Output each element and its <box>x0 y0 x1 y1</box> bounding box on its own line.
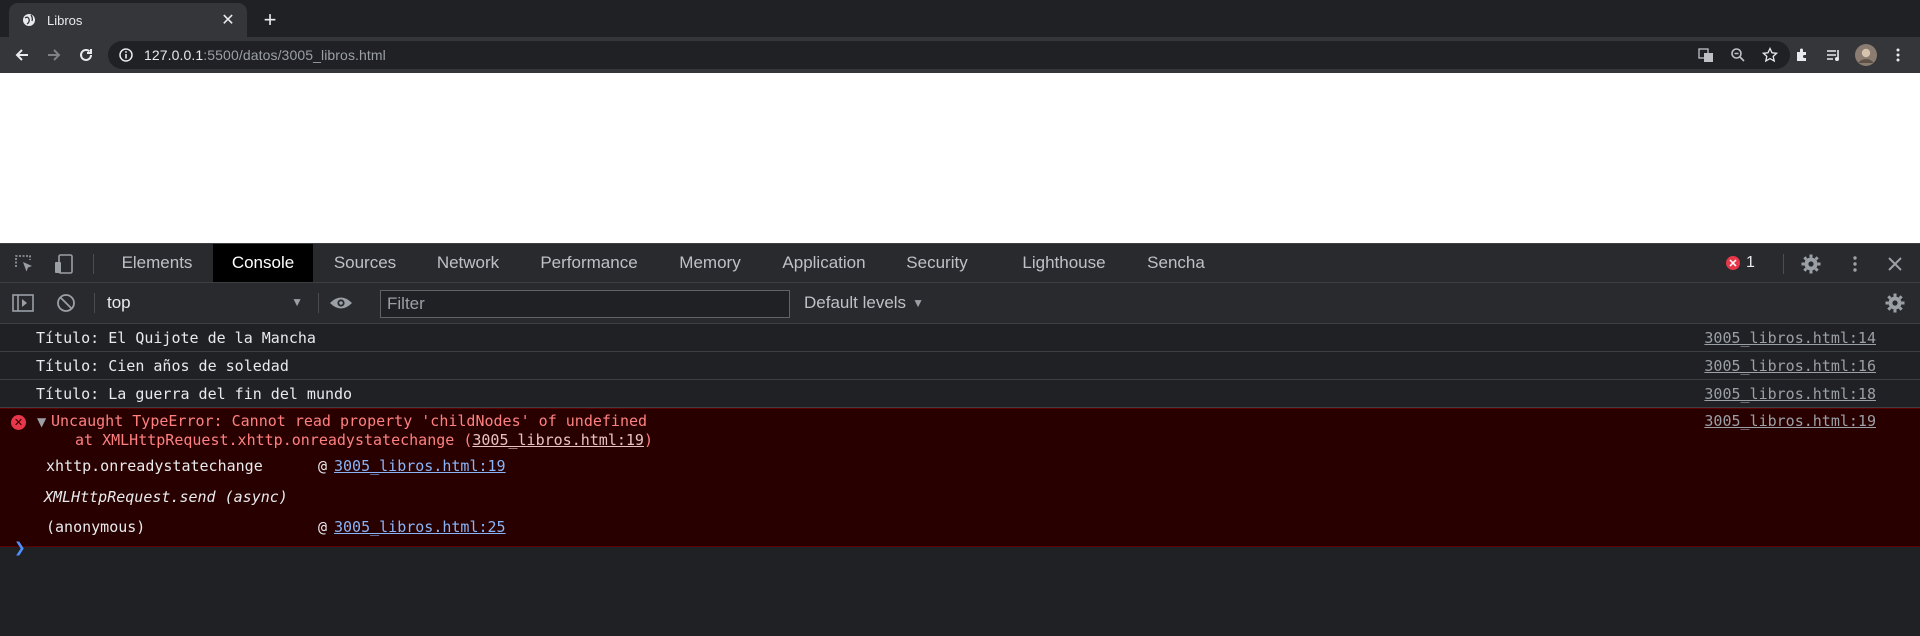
reload-icon[interactable] <box>72 41 100 69</box>
tab-console[interactable]: Console <box>213 244 313 282</box>
console-filter-bar: top ▼ Default levels ▼ <box>0 283 1920 324</box>
close-icon[interactable]: ✕ <box>217 9 239 31</box>
dropdown-caret-icon: ▼ <box>912 296 924 310</box>
browser-toolbar: 127.0.0.1:5500/datos/3005_libros.html <box>0 37 1920 73</box>
error-icon: ✕ <box>1726 256 1740 270</box>
page-viewport <box>0 73 1920 243</box>
source-link[interactable]: 3005_libros.html:18 <box>1704 385 1876 403</box>
source-link[interactable]: 3005_libros.html:14 <box>1704 329 1876 347</box>
error-inline-link[interactable]: 3005_libros.html:19 <box>472 431 644 449</box>
console-messages: Título: El Quijote de la Mancha 3005_lib… <box>0 324 1920 547</box>
device-toolbar-icon[interactable] <box>52 252 76 276</box>
log-levels-dropdown[interactable]: Default levels ▼ <box>804 292 924 314</box>
plus-icon[interactable]: + <box>258 7 282 32</box>
console-log-row: Título: El Quijote de la Mancha 3005_lib… <box>0 324 1920 352</box>
translate-icon[interactable] <box>1696 45 1716 65</box>
tab-memory[interactable]: Memory <box>664 244 756 282</box>
error-icon: ✕ <box>11 415 26 430</box>
source-link[interactable]: 3005_libros.html:19 <box>1704 412 1876 430</box>
media-queue-icon[interactable] <box>1820 41 1848 69</box>
extensions-icon[interactable] <box>1788 41 1816 69</box>
globe-icon <box>21 12 37 28</box>
bookmark-star-icon[interactable] <box>1760 45 1780 65</box>
console-log-row: Título: Cien años de soledad 3005_libros… <box>0 352 1920 380</box>
stack-frame-link[interactable]: 3005_libros.html:25 <box>334 518 506 536</box>
avatar[interactable] <box>1852 41 1880 69</box>
stack-frame-fn: (anonymous) <box>46 518 146 536</box>
inspect-element-icon[interactable] <box>12 252 36 276</box>
tab-security[interactable]: Security <box>892 244 982 282</box>
stack-frame-fn: xhttp.onreadystatechange <box>46 457 263 475</box>
console-log-row: Título: La guerra del fin del mundo 3005… <box>0 380 1920 408</box>
tab-sencha[interactable]: Sencha <box>1134 244 1218 282</box>
tab-lighthouse[interactable]: Lighthouse <box>1008 244 1120 282</box>
devtools-tab-bar: Elements Console Sources Network Perform… <box>0 243 1920 283</box>
console-filter-input[interactable] <box>380 290 790 318</box>
source-link[interactable]: 3005_libros.html:16 <box>1704 357 1876 375</box>
devtools-panel: Elements Console Sources Network Perform… <box>0 243 1920 636</box>
info-icon[interactable] <box>118 47 134 63</box>
more-vertical-icon[interactable] <box>1884 41 1912 69</box>
stack-frame-link[interactable]: 3005_libros.html:19 <box>334 457 506 475</box>
expand-triangle-icon[interactable]: ▼ <box>37 415 46 429</box>
close-icon[interactable] <box>1883 252 1907 276</box>
error-message: Uncaught TypeError: Cannot read property… <box>51 412 648 430</box>
tab-performance[interactable]: Performance <box>526 244 652 282</box>
stack-frame-async: XMLHttpRequest.send (async) <box>44 488 288 506</box>
browser-tab[interactable]: Libros ✕ <box>9 3 247 37</box>
settings-gear-icon[interactable] <box>1799 252 1823 276</box>
tab-title: Libros <box>47 12 83 28</box>
url-text: 127.0.0.1:5500/datos/3005_libros.html <box>144 47 386 63</box>
address-bar[interactable]: 127.0.0.1:5500/datos/3005_libros.html <box>108 41 1790 69</box>
tab-sources[interactable]: Sources <box>319 244 411 282</box>
tab-application[interactable]: Application <box>768 244 880 282</box>
tab-network[interactable]: Network <box>422 244 514 282</box>
error-count-badge[interactable]: ✕ 1 <box>1726 252 1755 274</box>
show-sidebar-icon[interactable] <box>11 291 35 315</box>
console-settings-gear-icon[interactable] <box>1883 291 1907 315</box>
zoom-icon[interactable] <box>1728 45 1748 65</box>
back-icon[interactable] <box>8 41 36 69</box>
more-vertical-icon[interactable] <box>1843 252 1867 276</box>
eye-icon[interactable] <box>329 291 353 315</box>
forward-icon[interactable] <box>40 41 68 69</box>
clear-console-icon[interactable] <box>54 291 78 315</box>
console-prompt-chevron-icon[interactable]: ❯ <box>14 540 26 556</box>
console-error-row: ✕ ▼ Uncaught TypeError: Cannot read prop… <box>0 408 1920 547</box>
tab-elements[interactable]: Elements <box>107 244 207 282</box>
error-stack-line: at XMLHttpRequest.xhttp.onreadystatechan… <box>75 431 653 449</box>
dropdown-caret-icon: ▼ <box>291 295 303 309</box>
tab-strip: Libros ✕ + <box>0 0 1920 37</box>
context-selector[interactable]: top ▼ <box>107 292 303 314</box>
